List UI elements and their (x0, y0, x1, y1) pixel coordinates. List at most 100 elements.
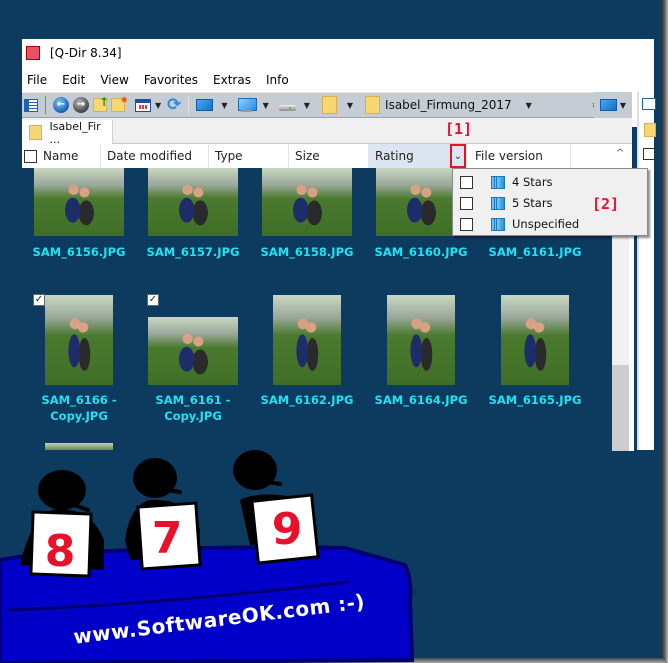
score-value: 7 (152, 513, 183, 564)
select-all-checkbox[interactable] (24, 149, 37, 163)
file-name[interactable]: SAM_6161.JPG (480, 244, 590, 260)
thumbnail-image[interactable] (45, 295, 113, 385)
scroll-up-arrow-icon[interactable]: ^ (616, 148, 624, 159)
this-pc-button[interactable] (237, 95, 257, 115)
annotation-2: [2] (592, 195, 620, 213)
back-icon: ← (53, 97, 69, 113)
scrollbar-thumb[interactable] (612, 365, 629, 451)
desktop-icon[interactable] (599, 99, 617, 111)
address-folder-icon (365, 96, 381, 114)
menu-extras[interactable]: Extras (208, 73, 259, 87)
title-bar: [Q-Dir 8.34] (22, 39, 654, 67)
refresh-button[interactable]: ⟳ (167, 95, 181, 115)
new-folder-button[interactable]: ✸ (111, 95, 128, 115)
item-checkbox[interactable]: ✓ (33, 294, 45, 306)
score-value: 8 (45, 526, 76, 577)
thumbnail-image[interactable] (273, 295, 341, 385)
judge-head (38, 470, 86, 510)
column-size[interactable]: Size (289, 144, 369, 168)
select-all-checkbox[interactable] (643, 148, 655, 160)
new-folder-icon: ✸ (111, 96, 128, 112)
address-bar[interactable]: Isabel_Firmung_2017 ▼ » (363, 94, 600, 116)
view-mode-icon (135, 98, 151, 112)
desktop-dropdown[interactable]: ▼ (620, 101, 626, 110)
toolbar-separator (188, 96, 190, 114)
file-name-line: Copy.JPG (50, 409, 108, 423)
rating-filter-option-4-stars[interactable]: 4 Stars (453, 172, 643, 192)
forward-button[interactable]: → (73, 95, 89, 115)
thumbnail-image[interactable] (387, 295, 455, 385)
drive-dropdown[interactable]: ▼ (304, 101, 310, 110)
view-mode-button[interactable] (135, 95, 151, 115)
thumbnail-image[interactable] (148, 317, 238, 385)
folder-up-button[interactable]: ↑ (93, 95, 109, 115)
toolbar-right: ▼ (594, 92, 632, 118)
qdir-app-icon[interactable] (26, 46, 40, 60)
option-checkbox[interactable] (460, 175, 473, 189)
column-size-label: Size (295, 149, 320, 163)
item-checkbox[interactable]: ✓ (147, 294, 159, 306)
folder-icon[interactable] (644, 123, 656, 137)
address-path[interactable]: Isabel_Firmung_2017 (385, 98, 512, 112)
menu-info[interactable]: Info (261, 73, 297, 87)
column-name[interactable]: Name (22, 144, 101, 168)
file-name[interactable]: SAM_6165.JPG (480, 392, 590, 408)
tab-strip: Isabel_Fir ... (22, 118, 632, 146)
folder-up-icon: ↑ (93, 95, 109, 112)
refresh-icon: ⟳ (167, 94, 182, 115)
desktop-dropdown[interactable]: ▼ (221, 101, 227, 110)
stack-icon (491, 175, 505, 189)
file-name-line: SAM_6161 - (155, 393, 231, 407)
menu-favorites[interactable]: Favorites (139, 73, 206, 87)
file-name[interactable]: SAM_6158.JPG (252, 244, 362, 260)
file-name[interactable]: SAM_6164.JPG (366, 392, 476, 408)
file-name[interactable]: SAM_6161 - Copy.JPG (138, 392, 248, 424)
folder-icon (321, 96, 337, 114)
thumbnail-image[interactable] (262, 168, 352, 236)
thumbnail-image[interactable] (501, 295, 569, 385)
rating-filter-dropdown-button[interactable]: ⌄ (450, 144, 466, 168)
column-type[interactable]: Type (209, 144, 289, 168)
score-value: 9 (272, 504, 303, 555)
second-pane-edge (637, 92, 656, 450)
menu-edit[interactable]: Edit (57, 73, 93, 87)
column-type-label: Type (215, 149, 243, 163)
rating-filter-option-unspecified[interactable]: Unspecified (453, 214, 643, 234)
back-button[interactable]: ← (53, 95, 69, 115)
pane-layout-icon (24, 98, 38, 112)
drive-button[interactable] (278, 95, 296, 115)
menu-view[interactable]: View (95, 73, 136, 87)
tab-isabel-firmung[interactable]: Isabel_Fir ... (22, 119, 113, 146)
stack-icon (491, 217, 505, 231)
folder-button[interactable] (321, 95, 337, 115)
toolbar-separator (45, 96, 46, 114)
tab-label: Isabel_Fir ... (49, 119, 101, 146)
pane-layout-icon[interactable] (642, 98, 656, 110)
file-name[interactable]: SAM_6157.JPG (138, 244, 248, 260)
file-name[interactable]: SAM_6162.JPG (252, 392, 362, 408)
judge-2: 7 (125, 458, 202, 571)
option-checkbox[interactable] (460, 196, 473, 210)
this-pc-icon (237, 98, 257, 112)
thumbnail-image[interactable] (148, 168, 238, 236)
menu-bar: File Edit View Favorites Extras Info (22, 69, 654, 91)
file-name[interactable]: SAM_6160.JPG (366, 244, 476, 260)
folder-dropdown[interactable]: ▼ (347, 101, 353, 110)
folder-icon (29, 125, 42, 140)
screenshot-right-shadow (662, 0, 668, 663)
this-pc-dropdown[interactable]: ▼ (263, 101, 269, 110)
view-mode-dropdown[interactable]: ▼ (155, 101, 161, 110)
file-name[interactable]: SAM_6166 - Copy.JPG (24, 392, 134, 424)
pane-layout-button[interactable] (24, 95, 38, 115)
menu-file[interactable]: File (22, 73, 55, 87)
option-label: 4 Stars (512, 175, 553, 189)
thumbnail-image[interactable] (34, 168, 124, 236)
file-name[interactable]: SAM_6156.JPG (24, 244, 134, 260)
column-date-modified[interactable]: Date modified (101, 144, 209, 168)
chevron-down-icon: ⌄ (453, 150, 463, 162)
column-file-version[interactable]: File version (467, 144, 571, 168)
option-checkbox[interactable] (460, 217, 473, 231)
desktop-button[interactable] (196, 95, 214, 115)
address-dropdown[interactable]: ▼ (526, 101, 532, 110)
toolbar: ← → ↑ ✸ ▼ ⟳ ▼ ▼ ▼ ▼ Isabel_Firmung_2017 … (22, 92, 632, 118)
